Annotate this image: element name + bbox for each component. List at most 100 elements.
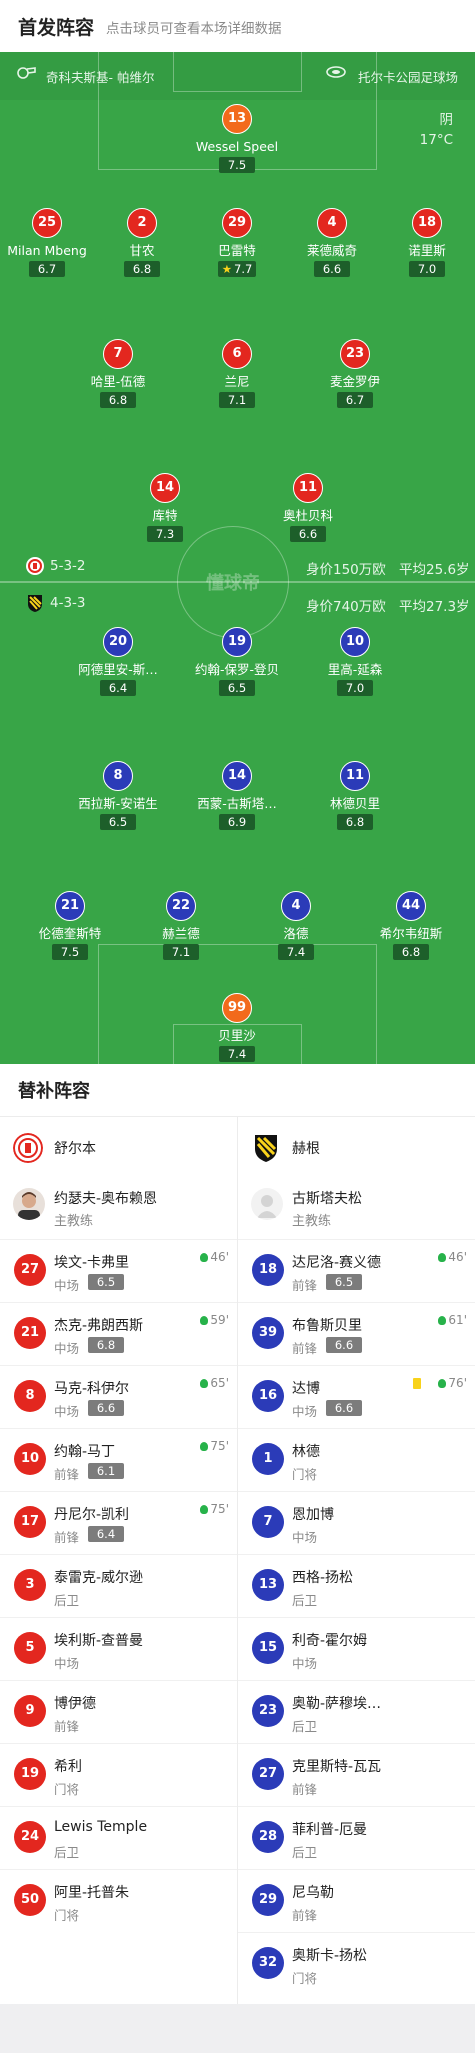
player-rating: 6.7 (337, 392, 373, 408)
player-rating: 7.4 (278, 944, 314, 960)
substitute-row[interactable]: 9 博伊德 前锋 (0, 1680, 237, 1743)
player-name: 甘农 (129, 243, 155, 258)
player-marker[interactable]: 11 奥杜贝科 6.6 (253, 473, 363, 542)
substitute-position: 中场 (54, 1656, 80, 1671)
away-coach-row[interactable]: 古斯塔夫松 主教练 (238, 1176, 475, 1239)
jersey-number: 29 (252, 1884, 284, 1916)
player-rating: 7.0 (409, 261, 445, 277)
substitute-row[interactable]: 23 奥勒-萨穆埃… 后卫 (238, 1680, 475, 1743)
substitute-name: 希利 (54, 1759, 82, 1775)
home-value: 身价150万欧 (306, 562, 386, 578)
substitute-row[interactable]: 8 马克-科伊尔 中场 6.6 65' (0, 1365, 237, 1428)
sub-in-minute: 61' (438, 1313, 467, 1327)
jersey-number: 10 (14, 1443, 46, 1475)
away-team-row[interactable]: 赫根 (238, 1116, 475, 1176)
substitute-row[interactable]: 27 克里斯特-瓦瓦 前锋 (238, 1743, 475, 1806)
substitute-position: 前锋 (292, 1341, 318, 1356)
substitute-row[interactable]: 16 达博 中场 6.6 76' (238, 1365, 475, 1428)
substitute-row[interactable]: 17 丹尼尔-凯利 前锋 6.4 75' (0, 1491, 237, 1554)
jersey-number: 20 (103, 627, 133, 657)
substitute-row[interactable]: 5 埃利斯-查普曼 中场 (0, 1617, 237, 1680)
substitute-row[interactable]: 18 达尼洛-赛义德 前锋 6.5 46' (238, 1239, 475, 1302)
jersey-number: 10 (340, 627, 370, 657)
yellow-card-icon (413, 1378, 421, 1389)
substitute-name: Lewis Temple (54, 1819, 148, 1835)
rating-value: 7.0 (417, 262, 437, 276)
home-coach-row[interactable]: 约瑟夫-奥布赖恩 主教练 (0, 1176, 237, 1239)
jersey-number: 21 (14, 1317, 46, 1349)
sub-in-minute: 76' (438, 1376, 467, 1390)
player-rating: 6.5 (219, 680, 255, 696)
home-team-row[interactable]: 舒尔本 (0, 1116, 237, 1176)
player-marker[interactable]: 7 哈里-伍德 6.8 (63, 339, 173, 408)
player-marker[interactable]: 29 巴雷特 ★ 7.7 (182, 208, 292, 277)
player-rating: 6.9 (219, 814, 255, 830)
substitute-position: 中场 (292, 1656, 318, 1671)
player-marker[interactable]: 14 西蒙-古斯塔… 6.9 (182, 761, 292, 830)
substitute-row[interactable]: 15 利奇-霍尔姆 中场 (238, 1617, 475, 1680)
jersey-number: 13 (252, 1569, 284, 1601)
substitute-position: 前锋 (292, 1278, 318, 1293)
substitute-row[interactable]: 39 布鲁斯贝里 前锋 6.6 61' (238, 1302, 475, 1365)
player-marker[interactable]: 4 洛德 7.4 (241, 891, 351, 960)
sub-in-minute: 46' (200, 1250, 229, 1264)
substitute-row[interactable]: 21 杰克-弗朗西斯 中场 6.8 59' (0, 1302, 237, 1365)
substitute-row[interactable]: 27 埃文-卡弗里 中场 6.5 46' (0, 1239, 237, 1302)
jersey-number: 27 (252, 1758, 284, 1790)
jersey-number: 2 (127, 208, 157, 238)
player-marker[interactable]: 13 Wessel Speel 7.5 (182, 104, 292, 173)
substitute-row[interactable]: 3 泰雷克-威尔逊 后卫 (0, 1554, 237, 1617)
substitute-position: 前锋 (54, 1719, 80, 1734)
player-marker[interactable]: 14 库特 7.3 (110, 473, 220, 542)
substitute-row[interactable]: 28 菲利普-厄曼 后卫 (238, 1806, 475, 1869)
player-marker[interactable]: 18 诺里斯 7.0 (372, 208, 475, 277)
player-name: 约翰-保罗-登贝 (194, 662, 280, 677)
substitute-row[interactable]: 29 尼乌勒 前锋 (238, 1869, 475, 1932)
player-name: 洛德 (283, 926, 309, 941)
jersey-number: 39 (252, 1317, 284, 1349)
substitute-row[interactable]: 50 阿里-托普朱 门将 (0, 1869, 237, 1932)
substitute-row[interactable]: 7 恩加博 中场 (238, 1491, 475, 1554)
player-marker[interactable]: 8 西拉斯-安诺生 6.5 (63, 761, 173, 830)
jersey-number: 6 (222, 339, 252, 369)
sub-in-minute: 65' (200, 1376, 229, 1390)
substitute-name: 杰克-弗朗西斯 (54, 1318, 144, 1334)
player-name: 贝里沙 (218, 1028, 256, 1043)
substitute-name: 西格-扬松 (292, 1570, 354, 1586)
player-name: 诺里斯 (408, 243, 446, 258)
substitute-name: 利奇-霍尔姆 (292, 1633, 368, 1649)
substitutes-section: 替补阵容 舒尔本 约瑟夫-奥布赖恩 主教练 27 埃文-卡弗里 中场 6.5 46' 21… (0, 1064, 475, 2004)
player-marker[interactable]: 19 约翰-保罗-登贝 6.5 (182, 627, 292, 696)
player-marker[interactable]: 44 希尔韦纽斯 6.8 (356, 891, 466, 960)
away-formation: 4-3-3 (50, 595, 86, 611)
player-marker[interactable]: 23 麦金罗伊 6.7 (300, 339, 410, 408)
jersey-number: 22 (166, 891, 196, 921)
player-marker[interactable]: 99 贝里沙 7.4 (182, 993, 292, 1062)
player-marker[interactable]: 6 兰尼 7.1 (182, 339, 292, 408)
jersey-number: 15 (252, 1632, 284, 1664)
substitute-row[interactable]: 19 希利 门将 (0, 1743, 237, 1806)
player-rating: 7.1 (219, 392, 255, 408)
player-marker[interactable]: 2 甘农 6.8 (87, 208, 197, 277)
jersey-number: 14 (222, 761, 252, 791)
player-marker[interactable]: 20 阿德里安-斯… 6.4 (63, 627, 173, 696)
rating-value: 6.5 (227, 681, 247, 695)
substitute-row[interactable]: 32 奥斯卡-扬松 门将 (238, 1932, 475, 1995)
player-rating: 6.7 (29, 261, 65, 277)
substitute-row[interactable]: 24 Lewis Temple 后卫 (0, 1806, 237, 1869)
lineup-hint: 点击球员可查看本场详细数据 (106, 21, 282, 37)
player-marker[interactable]: 21 伦德奎斯特 7.5 (15, 891, 125, 960)
player-marker[interactable]: 22 赫兰德 7.1 (126, 891, 236, 960)
home-team-summary: 5-3-2 身价150万欧 平均25.6岁 (0, 553, 475, 581)
substitute-name: 约翰-马丁 (54, 1444, 116, 1460)
pitch: 奇科夫斯基- 帕维尔 托尔卡公园足球场 阴 17°C 懂球帝 5-3-2 身价1… (0, 52, 475, 1064)
away-coach-name: 古斯塔夫松 (292, 1191, 362, 1207)
home-subs-column: 舒尔本 约瑟夫-奥布赖恩 主教练 27 埃文-卡弗里 中场 6.5 46' 21 杰克-弗朗… (0, 1116, 237, 1932)
player-marker[interactable]: 11 林德贝里 6.8 (300, 761, 410, 830)
substitute-row[interactable]: 1 林德 门将 (238, 1428, 475, 1491)
player-marker[interactable]: 4 莱德威奇 6.6 (277, 208, 387, 277)
substitute-position: 前锋 (54, 1467, 80, 1482)
player-marker[interactable]: 10 里高-延森 7.0 (300, 627, 410, 696)
substitute-row[interactable]: 10 约翰-马丁 前锋 6.1 75' (0, 1428, 237, 1491)
substitute-row[interactable]: 13 西格-扬松 后卫 (238, 1554, 475, 1617)
